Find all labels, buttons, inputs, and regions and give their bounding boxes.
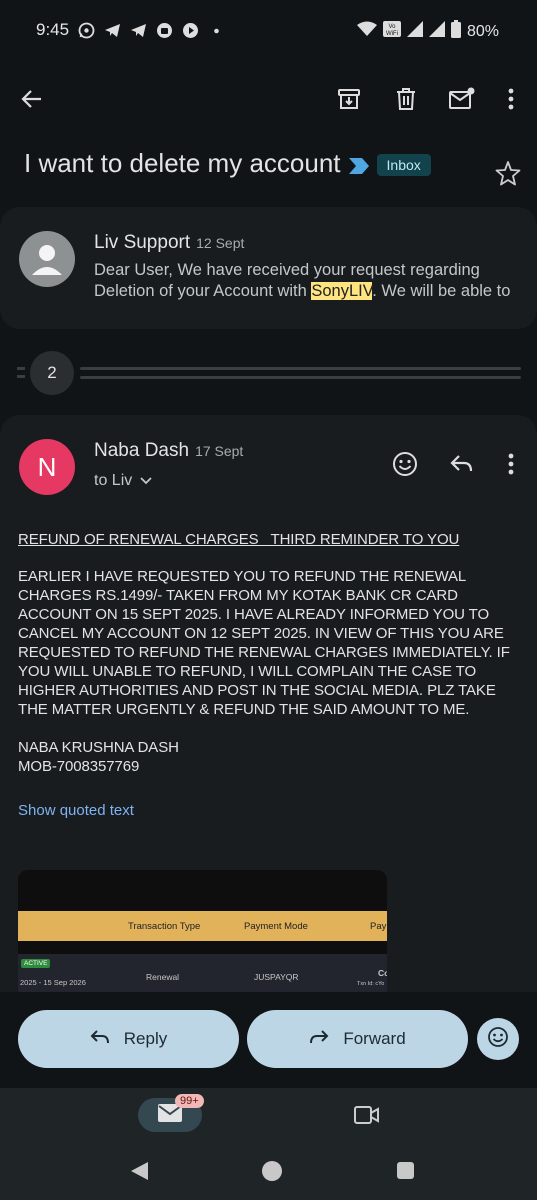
- recipients-toggle[interactable]: to Liv: [94, 472, 152, 490]
- message-card-liv-support[interactable]: Liv Support 12 Sept Dear User, We have re…: [0, 207, 537, 329]
- signature-mobile: MOB-7008357769: [18, 758, 140, 775]
- recipients-text: to Liv: [94, 472, 133, 489]
- reply-button[interactable]: Reply: [18, 1010, 239, 1068]
- status-time: 9:45: [36, 20, 70, 39]
- top-app-bar: [0, 74, 537, 124]
- reply-label: Reply: [123, 1029, 168, 1048]
- collapsed-lines: [80, 367, 521, 385]
- important-marker-icon[interactable]: [348, 148, 369, 182]
- message-body: REFUND OF RENEWAL CHARGES THIRD REMINDER…: [18, 530, 523, 776]
- play-icon: [182, 22, 199, 39]
- table-cell: Txn Id: cYo: [357, 981, 385, 987]
- avatar: N: [19, 439, 75, 495]
- reply-icon: [90, 1029, 110, 1050]
- chevron-down-icon: [140, 472, 152, 490]
- sender-line: Naba Dash 17 Sept: [94, 440, 243, 462]
- table-cell: JUSPAYQR: [254, 972, 299, 982]
- sender-line: Liv Support 12 Sept: [94, 232, 244, 254]
- search-highlight: SonyLIV: [311, 282, 373, 300]
- telegram-icon: [104, 22, 121, 39]
- delete-icon[interactable]: [389, 82, 423, 116]
- archive-icon[interactable]: [332, 82, 366, 116]
- svg-text:Vo: Vo: [388, 24, 396, 30]
- notification-icons: [78, 22, 225, 39]
- system-recents-icon[interactable]: [396, 1160, 416, 1187]
- email-subject: I want to delete my account Inbox: [24, 146, 464, 182]
- message-paragraph: EARLIER I HAVE REQUESTED YOU TO REFUND T…: [18, 568, 510, 718]
- snippet-text: . We will be able to: [372, 282, 511, 300]
- table-row: ACTIVE 2025 - 15 Sep 2026 Renewal JUSPAY…: [18, 954, 387, 995]
- telegram-icon: [130, 22, 147, 39]
- table-header: Transaction Type Payment Mode Paym: [18, 911, 387, 941]
- collapsed-messages[interactable]: 2: [0, 345, 537, 401]
- more-vert-icon[interactable]: [494, 82, 528, 116]
- forward-label: Forward: [343, 1029, 406, 1048]
- mark-unread-icon[interactable]: [445, 82, 479, 116]
- more-vert-icon[interactable]: [496, 449, 526, 479]
- status-badge: ACTIVE: [21, 959, 51, 968]
- show-quoted-text-link[interactable]: Show quoted text: [18, 802, 134, 819]
- message-card-naba-dash: N Naba Dash 17 Sept to Liv REFUND OF RENE…: [0, 415, 537, 1015]
- emoji-icon: [487, 1026, 509, 1053]
- signature-name: NABA KRUSHNA DASH: [18, 739, 179, 756]
- shopping-bag-icon: [156, 22, 173, 39]
- avatar: [19, 231, 75, 287]
- system-home-icon[interactable]: [261, 1160, 283, 1187]
- inbox-label[interactable]: Inbox: [376, 154, 431, 177]
- table-cell: Renewal: [146, 972, 180, 982]
- status-bar: 9:45 Vo WiFi 80%: [0, 0, 537, 64]
- status-right: Vo WiFi 80%: [356, 20, 499, 43]
- table-header-cell: Paym: [370, 921, 387, 932]
- message-date: 17 Sept: [195, 443, 244, 459]
- battery-percent: 80%: [466, 22, 499, 40]
- embedded-image: Transaction Type Payment Mode Paym ACTIV…: [18, 870, 387, 995]
- table-header-cell: Payment Mode: [244, 921, 308, 932]
- reply-icon[interactable]: [447, 449, 477, 479]
- whatsapp-icon: [78, 22, 95, 39]
- vowifi-icon: Vo WiFi: [382, 20, 401, 43]
- collapsed-dots: [17, 366, 25, 384]
- snippet-text: Deletion of your Account with: [94, 282, 312, 300]
- reply-actions-bar: Reply Forward: [0, 992, 537, 1088]
- forward-button[interactable]: Forward: [247, 1010, 468, 1068]
- signal-icon: [406, 21, 423, 42]
- collapsed-count[interactable]: 2: [30, 351, 74, 395]
- wifi-icon: [356, 21, 377, 42]
- snippet-line: Deletion of your Account with SonyLIV. W…: [94, 281, 524, 302]
- sender-name: Liv Support: [94, 232, 191, 253]
- dot-icon: [208, 22, 225, 39]
- snippet-line: Dear User, We have received your request…: [94, 261, 480, 279]
- subject-text: I want to delete my account: [24, 148, 341, 178]
- back-arrow-icon[interactable]: [15, 82, 49, 116]
- system-back-icon[interactable]: [128, 1160, 150, 1187]
- sender-name: Naba Dash: [94, 440, 190, 461]
- bottom-navigation: 99+: [0, 1088, 537, 1200]
- emoji-reaction-icon[interactable]: [390, 449, 420, 479]
- star-icon[interactable]: [495, 160, 521, 186]
- table-cell: Co: [378, 968, 387, 978]
- signal-icon: [428, 21, 445, 42]
- meet-video-icon[interactable]: [354, 1104, 380, 1126]
- message-heading: REFUND OF RENEWAL CHARGES THIRD REMINDER…: [18, 531, 460, 548]
- table-cell: 2025 - 15 Sep 2026: [20, 978, 86, 987]
- emoji-reaction-button[interactable]: [477, 1018, 519, 1060]
- table-header-cell: Transaction Type: [128, 921, 201, 932]
- svg-text:WiFi: WiFi: [386, 31, 398, 37]
- unread-badge: 99+: [175, 1094, 204, 1108]
- message-snippet: Dear User, We have received your request…: [94, 260, 524, 302]
- forward-icon: [309, 1029, 329, 1050]
- message-date: 12 Sept: [196, 235, 245, 251]
- battery-icon: [450, 20, 461, 43]
